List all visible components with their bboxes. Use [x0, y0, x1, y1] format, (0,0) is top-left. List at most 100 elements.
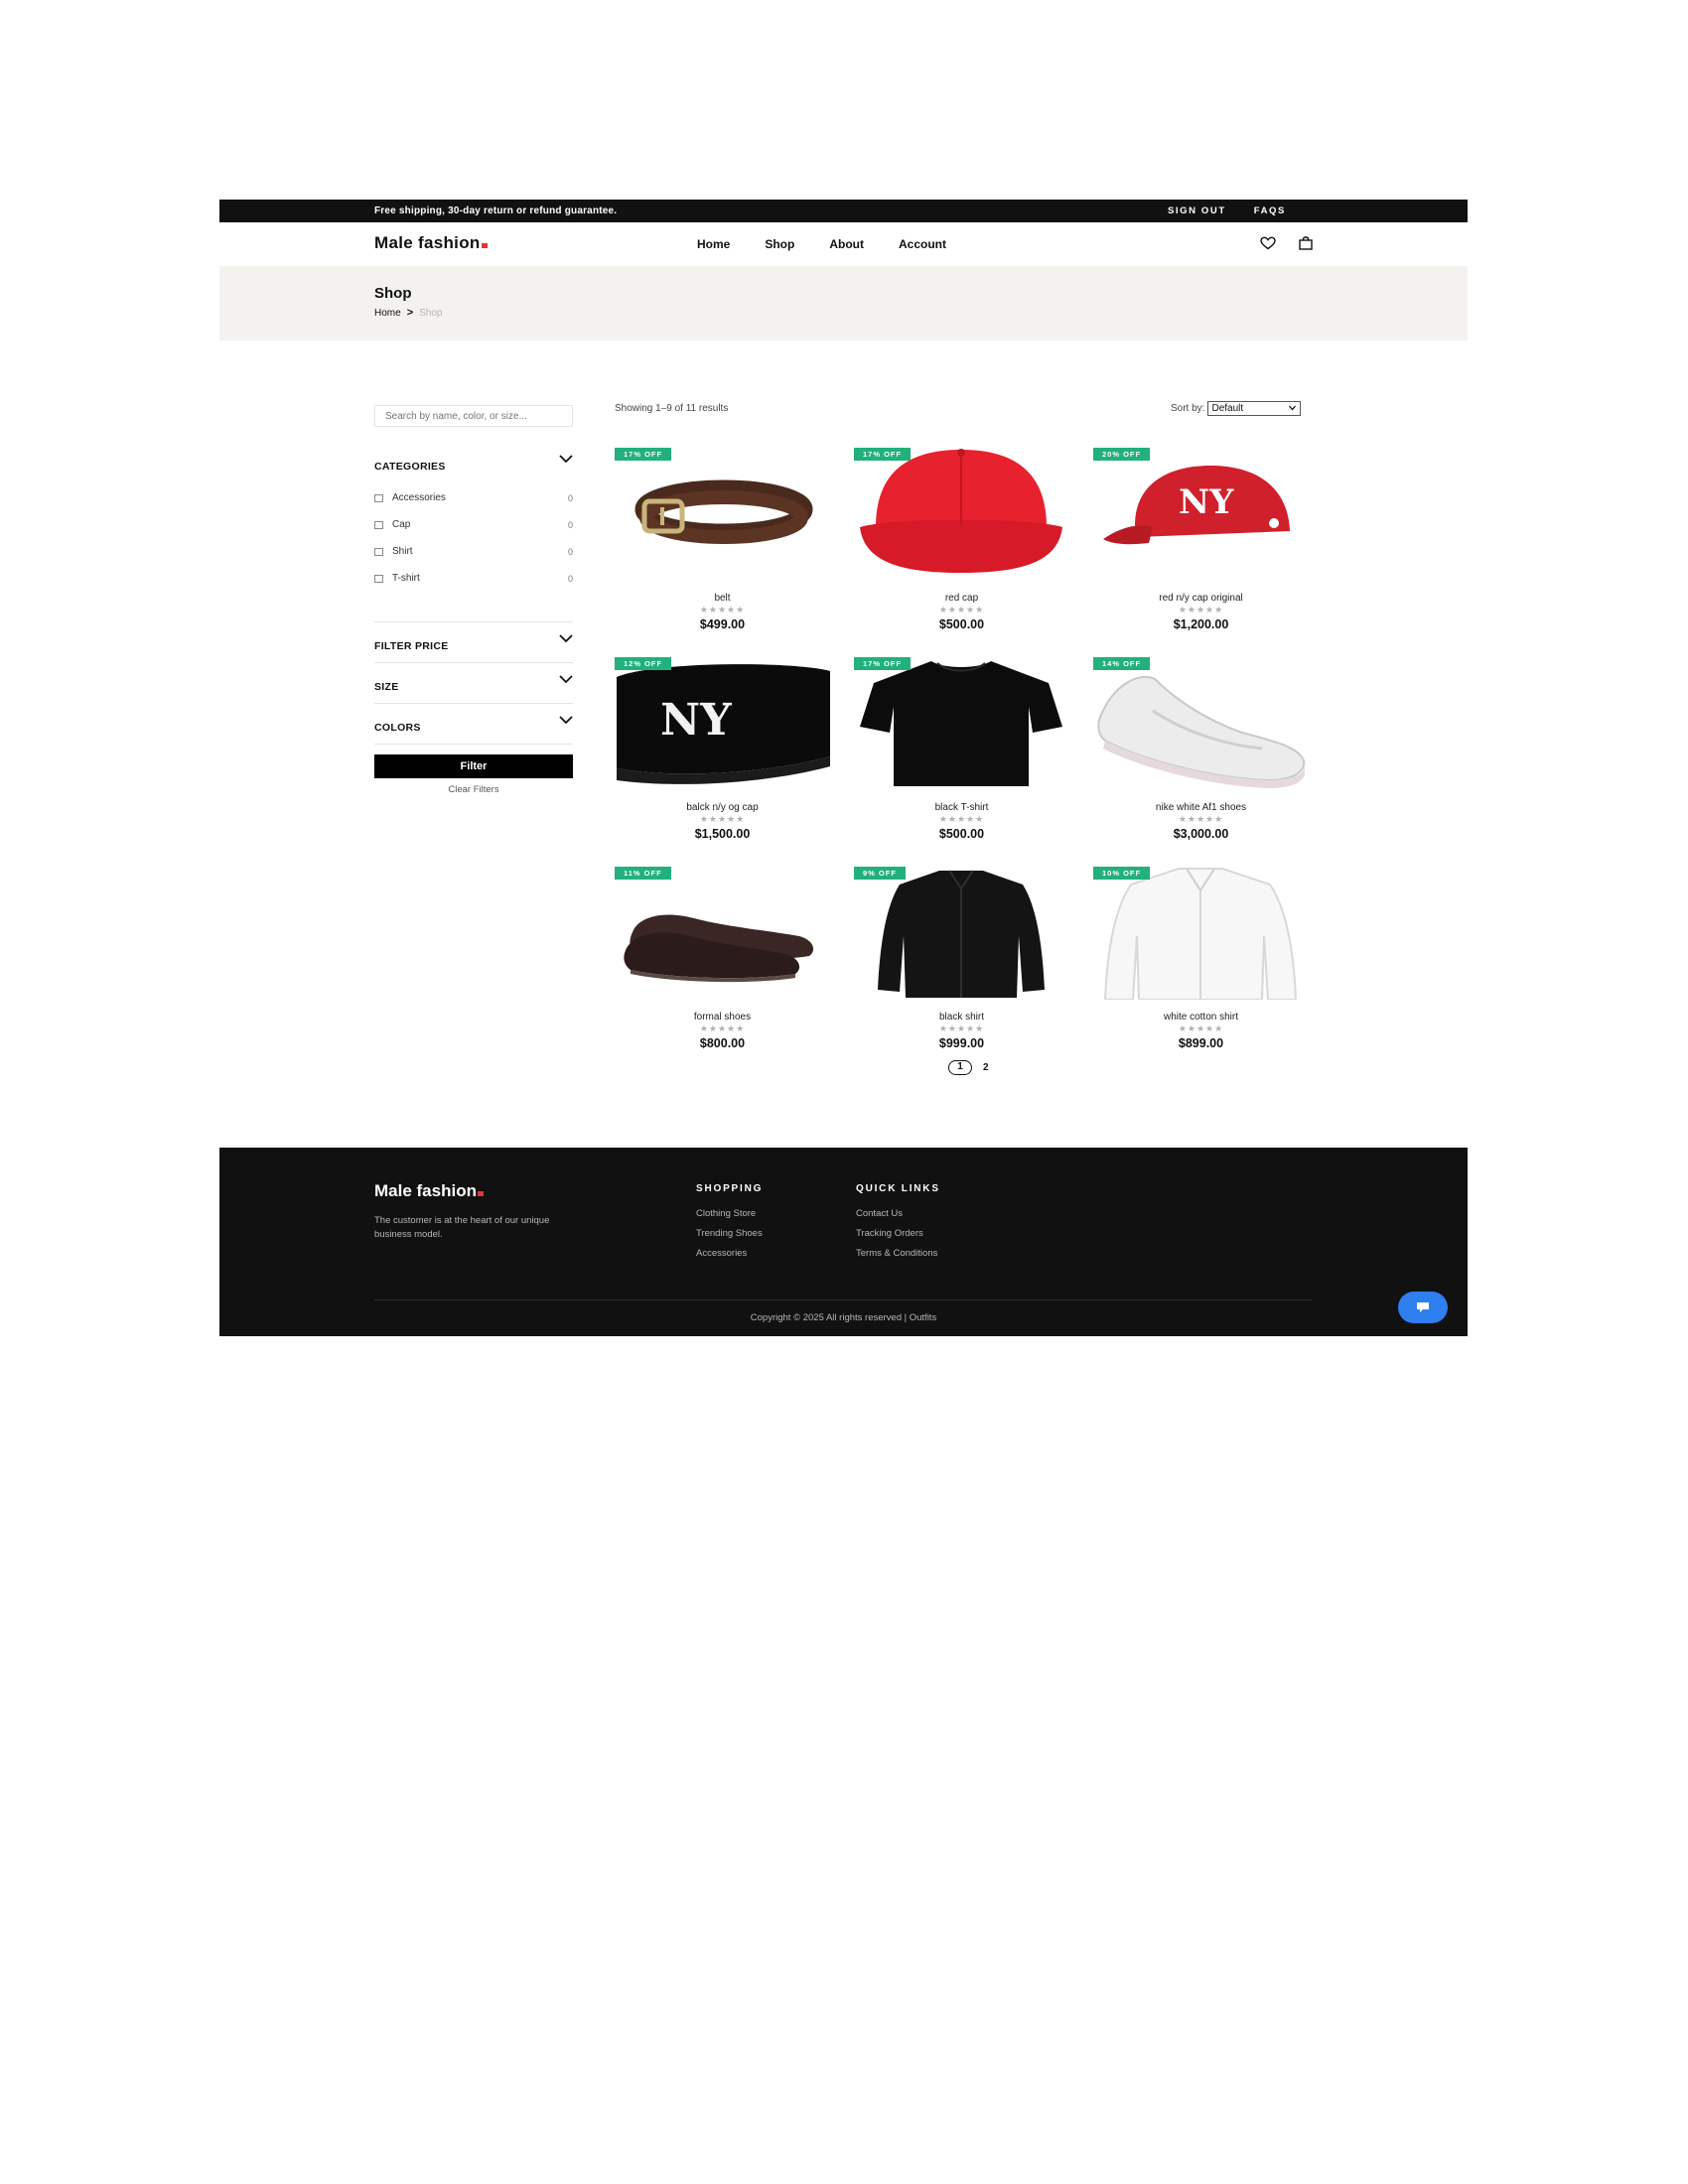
- black-tshirt-image[interactable]: [854, 657, 1069, 790]
- breadcrumb-section: Shop Home > Shop: [219, 266, 1468, 341]
- chevron-down-icon: [559, 675, 573, 684]
- logo-dot: [481, 243, 488, 248]
- sort-value: Default: [1211, 403, 1244, 414]
- page-title: Shop: [374, 285, 412, 302]
- product-card[interactable]: 17% OFF black T-shirt ★★★★★ $500.00: [854, 657, 1069, 846]
- breadcrumb-home[interactable]: Home: [374, 308, 401, 319]
- top-bar-links: SIGN OUT FAQS: [1168, 205, 1286, 216]
- product-card[interactable]: 10% OFF white cotton shirt ★★★★★ $899.00: [1093, 867, 1309, 1055]
- checkbox[interactable]: [374, 520, 383, 529]
- product-card[interactable]: 12% OFF NY balck n/y og cap ★★★★★ $1,500…: [615, 657, 830, 846]
- black-shirt-image[interactable]: [854, 867, 1069, 1000]
- chat-icon: [1417, 1302, 1429, 1312]
- footer-link[interactable]: Trending Shoes: [696, 1228, 763, 1239]
- product-name[interactable]: balck n/y og cap: [615, 802, 830, 813]
- product-name[interactable]: red n/y cap original: [1093, 593, 1309, 604]
- rating-stars: ★★★★★: [1178, 1024, 1224, 1033]
- product-price: $500.00: [938, 617, 985, 631]
- sort-control: Sort by: Default: [1171, 401, 1302, 416]
- category-item[interactable]: Shirt 0: [374, 538, 573, 565]
- discount-badge: 10% OFF: [1093, 867, 1151, 880]
- heart-icon[interactable]: [1260, 236, 1276, 250]
- category-item[interactable]: Cap 0: [374, 511, 573, 538]
- page-1[interactable]: 1: [948, 1060, 972, 1075]
- product-card[interactable]: 20% OFF NY red n/y cap original ★★★★★ $1…: [1093, 448, 1309, 636]
- footer-shopping-title: SHOPPING: [696, 1183, 764, 1194]
- discount-badge: 20% OFF: [1093, 448, 1151, 461]
- checkbox[interactable]: [374, 493, 383, 502]
- bag-icon[interactable]: [1298, 236, 1314, 250]
- footer-description: The customer is at the heart of our uniq…: [374, 1215, 550, 1240]
- category-count: 0: [567, 546, 573, 557]
- product-card[interactable]: 17% OFF red cap ★★★★★ $500.00: [854, 448, 1069, 636]
- svg-text:NY: NY: [660, 695, 732, 746]
- colors-header[interactable]: COLORS: [374, 714, 573, 734]
- red-ny-cap-image[interactable]: NY: [1093, 448, 1309, 581]
- rating-stars: ★★★★★: [938, 814, 985, 824]
- nav-account[interactable]: Account: [899, 237, 946, 251]
- filter-button[interactable]: Filter: [374, 754, 573, 778]
- clear-filters-link[interactable]: Clear Filters: [374, 784, 573, 795]
- page-2[interactable]: 2: [983, 1062, 989, 1073]
- category-label: Shirt: [392, 546, 413, 557]
- nav-about[interactable]: About: [829, 237, 864, 251]
- footer-link[interactable]: Accessories: [696, 1248, 763, 1259]
- sign-out-link[interactable]: SIGN OUT: [1168, 205, 1226, 216]
- sort-label: Sort by:: [1171, 403, 1205, 414]
- rating-stars: ★★★★★: [699, 1024, 746, 1033]
- product-price: $1,200.00: [1173, 617, 1229, 631]
- breadcrumb-current: Shop: [419, 307, 443, 319]
- white-shirt-image[interactable]: [1093, 867, 1309, 1000]
- main-nav: Home Shop About Account: [697, 237, 946, 251]
- category-label: Cap: [392, 519, 411, 530]
- product-name[interactable]: belt: [615, 593, 830, 604]
- chevron-right-icon: >: [406, 307, 414, 319]
- colors-title: COLORS: [374, 722, 421, 734]
- black-ny-cap-image[interactable]: NY: [615, 657, 830, 790]
- filter-price-title: FILTER PRICE: [374, 640, 449, 652]
- product-card[interactable]: 11% OFF formal shoes ★★★★★ $800.00: [615, 867, 830, 1055]
- product-name[interactable]: black T-shirt: [854, 802, 1069, 813]
- product-price: $3,000.00: [1173, 827, 1229, 841]
- category-item[interactable]: T-shirt 0: [374, 565, 573, 592]
- sidebar: CATEGORIES Accessories 0 Cap 0 Shirt 0 T-sh…: [374, 405, 573, 795]
- product-name[interactable]: red cap: [854, 593, 1069, 604]
- footer-logo[interactable]: Male fashion: [374, 1181, 484, 1201]
- discount-badge: 17% OFF: [854, 657, 912, 670]
- discount-badge: 14% OFF: [1093, 657, 1151, 670]
- search-input[interactable]: [374, 405, 573, 427]
- checkbox[interactable]: [374, 574, 383, 583]
- logo[interactable]: Male fashion: [374, 233, 488, 253]
- formal-shoes-image[interactable]: [615, 867, 830, 1000]
- red-cap-image[interactable]: [854, 448, 1069, 581]
- product-card[interactable]: 17% OFF belt ★★★★★ $499.00: [615, 448, 830, 636]
- product-name[interactable]: white cotton shirt: [1093, 1012, 1309, 1023]
- footer-link[interactable]: Terms & Conditions: [856, 1248, 940, 1259]
- product-name[interactable]: black shirt: [854, 1012, 1069, 1023]
- faqs-link[interactable]: FAQS: [1254, 205, 1286, 216]
- product-name[interactable]: formal shoes: [615, 1012, 830, 1023]
- product-card[interactable]: 9% OFF black shirt ★★★★★ $999.00: [854, 867, 1069, 1055]
- categories-header[interactable]: CATEGORIES: [374, 453, 573, 473]
- nav-shop[interactable]: Shop: [765, 237, 794, 251]
- footer-link[interactable]: Tracking Orders: [856, 1228, 940, 1239]
- product-price: $899.00: [1178, 1036, 1224, 1050]
- product-card[interactable]: 14% OFF nike white Af1 shoes ★★★★★ $3,00…: [1093, 657, 1309, 846]
- belt-image[interactable]: [615, 448, 830, 581]
- checkbox[interactable]: [374, 547, 383, 556]
- filter-price-header[interactable]: FILTER PRICE: [374, 632, 573, 652]
- size-header[interactable]: SIZE: [374, 673, 573, 693]
- footer-link[interactable]: Contact Us: [856, 1208, 940, 1219]
- chat-button[interactable]: [1398, 1292, 1448, 1323]
- rating-stars: ★★★★★: [699, 814, 746, 824]
- category-item[interactable]: Accessories 0: [374, 484, 573, 511]
- nav-home[interactable]: Home: [697, 237, 730, 251]
- product-name[interactable]: nike white Af1 shoes: [1093, 802, 1309, 813]
- rating-stars: ★★★★★: [1178, 814, 1224, 824]
- sort-select[interactable]: Default: [1207, 401, 1302, 416]
- product-price: $500.00: [938, 827, 985, 841]
- product-price: $499.00: [699, 617, 746, 631]
- white-shoes-image[interactable]: [1093, 657, 1309, 790]
- rating-stars: ★★★★★: [1178, 605, 1224, 614]
- footer-link[interactable]: Clothing Store: [696, 1208, 763, 1219]
